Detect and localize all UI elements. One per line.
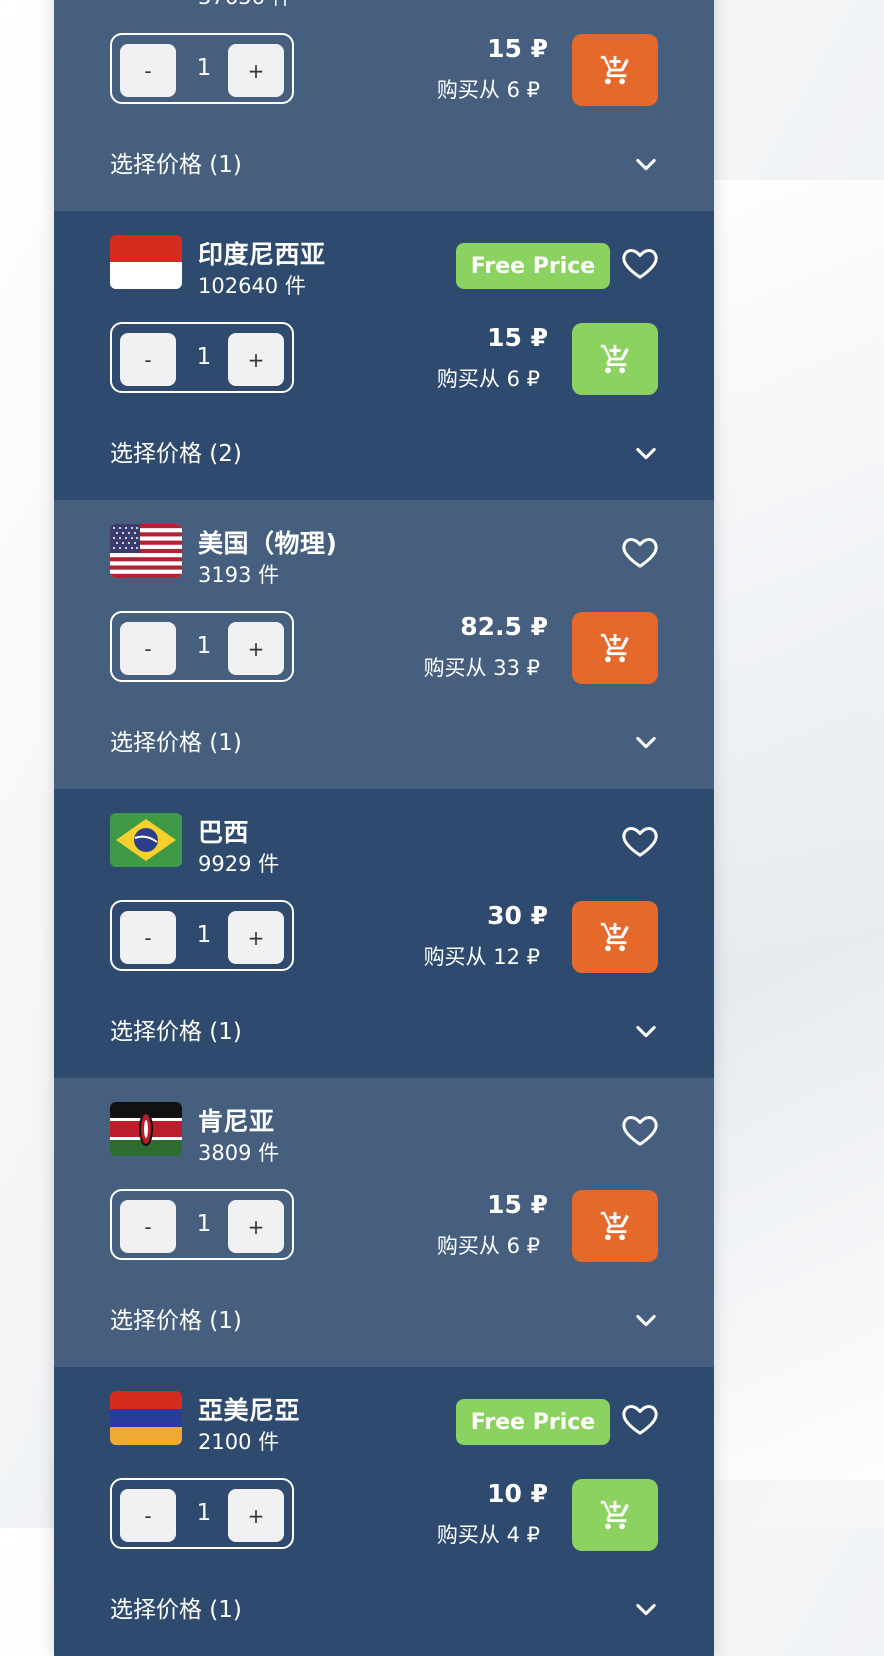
stock-count: 37636 件: [198, 0, 292, 11]
select-price-toggle[interactable]: 选择价格 (1): [110, 145, 242, 179]
add-to-cart-button[interactable]: [572, 323, 658, 395]
select-price-toggle[interactable]: 选择价格 (1): [110, 1590, 242, 1624]
heart-icon[interactable]: [620, 1399, 660, 1439]
quantity-value[interactable]: 1: [178, 922, 230, 948]
product-card: 巴西 9929 件 - 1 + 30 ₽ 购买从 12 ₽ 选择价格 (1): [54, 789, 714, 1078]
decrement-button[interactable]: -: [120, 1200, 176, 1253]
quantity-value[interactable]: 1: [178, 344, 230, 370]
cart-icon: [600, 633, 629, 663]
price: 82.5 ₽: [460, 612, 548, 641]
chevron-down-icon[interactable]: [632, 1306, 660, 1334]
price: 15 ₽: [487, 34, 548, 63]
country-name: 印度尼西亚: [198, 240, 326, 269]
quantity-stepper: - 1 +: [110, 33, 294, 104]
country-name: 巴西: [198, 818, 250, 847]
country-flag: [110, 813, 182, 867]
price-from: 购买从 6 ₽: [436, 367, 540, 391]
price-from: 购买从 33 ₽: [423, 656, 540, 680]
price: 30 ₽: [487, 901, 548, 930]
product-card: 印度尼西亚 102640 件 Free Price - 1 + 15 ₽ 购买从…: [54, 211, 714, 500]
decrement-button[interactable]: -: [120, 911, 176, 964]
quantity-stepper: - 1 +: [110, 611, 294, 682]
select-price-toggle[interactable]: 选择价格 (1): [110, 1012, 242, 1046]
select-price-toggle[interactable]: 选择价格 (2): [110, 434, 242, 468]
stock-count: 9929 件: [198, 852, 280, 876]
increment-button[interactable]: +: [228, 911, 284, 964]
price: 15 ₽: [487, 1190, 548, 1219]
country-name: 美国（物理): [198, 529, 338, 558]
select-price-toggle[interactable]: 选择价格 (1): [110, 1301, 242, 1335]
cart-icon: [600, 922, 629, 952]
cart-icon: [600, 1500, 629, 1530]
stock-count: 3809 件: [198, 1141, 280, 1165]
cart-icon: [600, 1211, 629, 1241]
heart-icon[interactable]: [620, 243, 660, 283]
stock-count: 3193 件: [198, 563, 280, 587]
quantity-stepper: - 1 +: [110, 900, 294, 971]
quantity-value[interactable]: 1: [178, 1211, 230, 1237]
add-to-cart-button[interactable]: [572, 612, 658, 684]
product-card: 肯尼亚 3809 件 - 1 + 15 ₽ 购买从 6 ₽ 选择价格 (1): [54, 1078, 714, 1367]
increment-button[interactable]: +: [228, 333, 284, 386]
country-name: 肯尼亚: [198, 1107, 275, 1136]
stock-count: 2100 件: [198, 1430, 280, 1454]
price-from: 购买从 6 ₽: [436, 78, 540, 102]
add-to-cart-button[interactable]: [572, 1479, 658, 1551]
decrement-button[interactable]: -: [120, 333, 176, 386]
chevron-down-icon[interactable]: [632, 439, 660, 467]
price-from: 购买从 6 ₽: [436, 1234, 540, 1258]
country-flag: [110, 1102, 182, 1156]
decrement-button[interactable]: -: [120, 622, 176, 675]
product-card: 美国（物理) 3193 件 - 1 + 82.5 ₽ 购买从 33 ₽ 选择价格…: [54, 500, 714, 789]
country-flag: [110, 235, 182, 289]
heart-icon[interactable]: [620, 532, 660, 572]
price: 15 ₽: [487, 323, 548, 352]
product-card: 亞美尼亞 2100 件 Free Price - 1 + 10 ₽ 购买从 4 …: [54, 1367, 714, 1656]
cart-icon: [600, 344, 629, 374]
country-flag: [110, 1391, 182, 1445]
add-to-cart-button[interactable]: [572, 901, 658, 973]
stock-count: 102640 件: [198, 274, 306, 298]
quantity-stepper: - 1 +: [110, 1478, 294, 1549]
country-name: 亞美尼亞: [198, 1396, 301, 1425]
heart-icon[interactable]: [620, 1110, 660, 1150]
quantity-value[interactable]: 1: [178, 633, 230, 659]
decrement-button[interactable]: -: [120, 44, 176, 97]
product-list: 37636 件 - 1 + 15 ₽ 购买从 6 ₽ 选择价格 (1) 印度尼西…: [54, 0, 714, 1656]
quantity-value[interactable]: 1: [178, 1500, 230, 1526]
quantity-stepper: - 1 +: [110, 1189, 294, 1260]
increment-button[interactable]: +: [228, 44, 284, 97]
price-from: 购买从 4 ₽: [436, 1523, 540, 1547]
price-from: 购买从 12 ₽: [423, 945, 540, 969]
free-price-badge[interactable]: Free Price: [456, 1399, 610, 1445]
chevron-down-icon[interactable]: [632, 150, 660, 178]
free-price-badge[interactable]: Free Price: [456, 243, 610, 289]
country-flag: [110, 524, 182, 578]
product-card: 37636 件 - 1 + 15 ₽ 购买从 6 ₽ 选择价格 (1): [54, 0, 714, 211]
select-price-toggle[interactable]: 选择价格 (1): [110, 723, 242, 757]
increment-button[interactable]: +: [228, 1200, 284, 1253]
chevron-down-icon[interactable]: [632, 728, 660, 756]
increment-button[interactable]: +: [228, 1489, 284, 1542]
price: 10 ₽: [487, 1479, 548, 1508]
chevron-down-icon[interactable]: [632, 1017, 660, 1045]
quantity-stepper: - 1 +: [110, 322, 294, 393]
chevron-down-icon[interactable]: [632, 1595, 660, 1623]
cart-icon: [600, 55, 629, 85]
background-decoration: [684, 180, 884, 1480]
heart-icon[interactable]: [620, 821, 660, 861]
increment-button[interactable]: +: [228, 622, 284, 675]
decrement-button[interactable]: -: [120, 1489, 176, 1542]
add-to-cart-button[interactable]: [572, 1190, 658, 1262]
add-to-cart-button[interactable]: [572, 34, 658, 106]
quantity-value[interactable]: 1: [178, 55, 230, 81]
